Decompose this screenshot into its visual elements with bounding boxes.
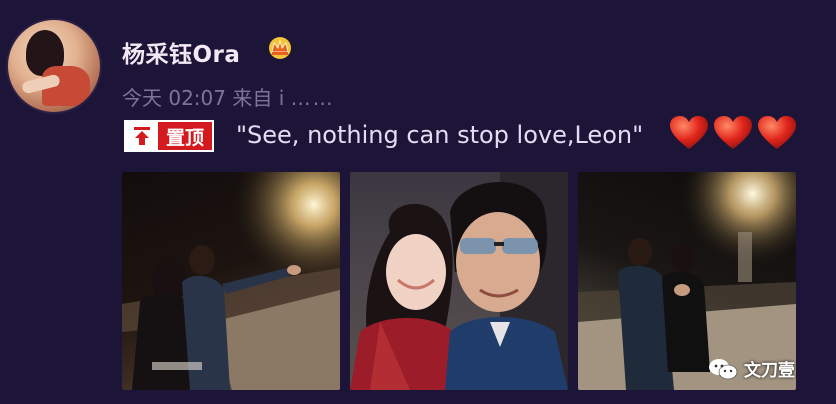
photo-thumbnail-1[interactable]	[122, 172, 340, 390]
crown-badge-icon[interactable]	[266, 34, 294, 60]
avatar[interactable]	[8, 20, 100, 112]
watermark-label: 文刀壹	[744, 361, 795, 381]
wechat-icon	[709, 358, 738, 379]
pinned-badge: 置顶	[124, 120, 215, 152]
heart-icon	[758, 116, 796, 149]
username[interactable]: 杨采钰Ora	[122, 35, 240, 69]
post-source[interactable]: 来自 i	[232, 86, 284, 110]
weibo-post: 杨采钰Ora 今天 02:07 来自 i …… 置顶 "See, nothing…	[0, 0, 836, 404]
pin-to-top-icon	[126, 122, 158, 150]
heart-icon	[670, 116, 708, 149]
post-meta: 今天 02:07 来自 i ……	[122, 82, 335, 111]
photo-thumbnail-2[interactable]	[350, 172, 568, 390]
heart-emojis	[668, 114, 798, 152]
post-time: 今天 02:07	[122, 86, 226, 110]
watermark: 文刀壹	[708, 356, 795, 381]
pinned-label: 置顶	[158, 122, 213, 150]
source-ellipsis: ……	[290, 86, 335, 110]
heart-icon	[714, 116, 752, 149]
post-text: "See, nothing can stop love,Leon"	[236, 121, 644, 149]
